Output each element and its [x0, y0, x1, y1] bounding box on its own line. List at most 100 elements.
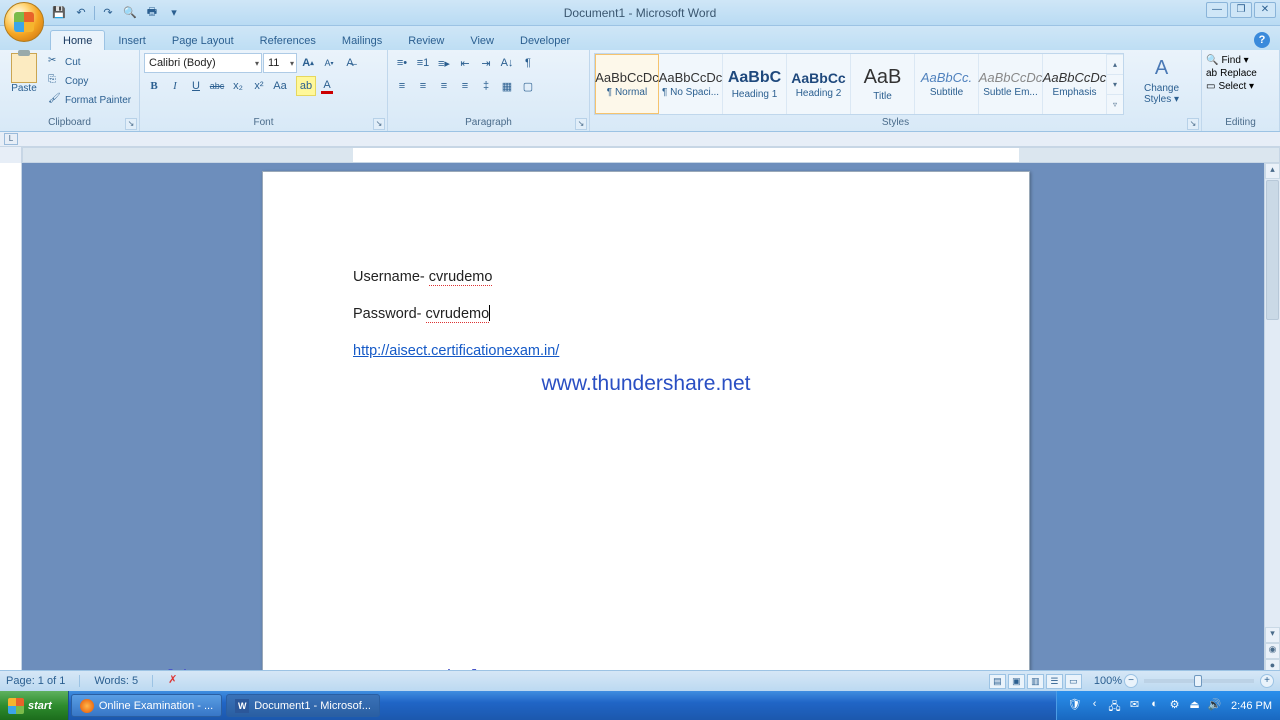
status-words[interactable]: Words: 5 — [94, 675, 138, 687]
tab-view[interactable]: View — [457, 30, 507, 50]
view-draft-button[interactable]: ▭ — [1065, 674, 1082, 689]
font-color-button[interactable]: A — [317, 76, 337, 96]
numbering-button[interactable]: ≡1 — [413, 53, 433, 73]
vertical-scrollbar[interactable]: ▴ ▾ ◉ ● ◉ — [1264, 163, 1280, 691]
start-button[interactable]: start — [0, 691, 69, 720]
print-preview-icon[interactable]: 🔍 — [121, 4, 139, 22]
shading-button[interactable]: ▦ — [497, 76, 517, 96]
prev-page-button[interactable]: ◉ — [1265, 643, 1280, 659]
justify-button[interactable]: ≡ — [455, 76, 475, 96]
scroll-thumb[interactable] — [1266, 180, 1279, 320]
style-title[interactable]: AaBTitle — [851, 54, 915, 114]
style-heading-2[interactable]: AaBbCcHeading 2 — [787, 54, 851, 114]
help-icon[interactable]: ? — [1254, 32, 1270, 48]
tab-references[interactable]: References — [247, 30, 329, 50]
font-family-combo[interactable]: Calibri (Body) — [144, 53, 262, 73]
page-1[interactable]: Username- cvrudemo Password- cvrudemo ht… — [262, 171, 1030, 691]
clear-formatting-button[interactable]: A̶ — [340, 53, 360, 73]
tab-developer[interactable]: Developer — [507, 30, 583, 50]
strikethrough-button[interactable]: abc — [207, 76, 227, 96]
styles-row-up[interactable]: ▴ — [1107, 54, 1123, 74]
replace-button[interactable]: abReplace — [1206, 68, 1257, 79]
font-dialog-launcher[interactable]: ↘ — [373, 118, 385, 130]
increase-indent-button[interactable]: ⇥ — [476, 53, 496, 73]
vertical-ruler[interactable] — [0, 163, 22, 691]
scroll-track[interactable] — [1265, 321, 1280, 627]
show-marks-button[interactable]: ¶ — [518, 53, 538, 73]
doc-line-username[interactable]: Username- cvrudemo — [353, 268, 939, 287]
scroll-down-button[interactable]: ▾ — [1265, 627, 1280, 643]
find-button[interactable]: 🔍Find ▾ — [1206, 55, 1249, 66]
tab-page-layout[interactable]: Page Layout — [159, 30, 247, 50]
doc-line-link[interactable]: http://aisect.certificationexam.in/ — [353, 342, 939, 361]
undo-icon[interactable]: ↶ — [72, 4, 90, 22]
sort-button[interactable]: A↓ — [497, 53, 517, 73]
change-case-button[interactable]: Aa — [270, 76, 290, 96]
style-heading-1[interactable]: AaBbCHeading 1 — [723, 54, 787, 114]
style-no-spacing[interactable]: AaBbCcDc¶ No Spaci... — [659, 54, 723, 114]
paste-button[interactable]: Paste — [4, 53, 44, 96]
view-outline-button[interactable]: ☰ — [1046, 674, 1063, 689]
zoom-level[interactable]: 100% — [1094, 675, 1122, 687]
style-emphasis[interactable]: AaBbCcDcEmphasis — [1043, 54, 1107, 114]
paragraph-dialog-launcher[interactable]: ↘ — [575, 118, 587, 130]
proofing-errors-icon[interactable] — [167, 674, 181, 688]
tray-remove-hw-icon[interactable]: ⏏ — [1187, 698, 1202, 713]
copy-button[interactable]: ⎘Copy — [48, 72, 131, 90]
tab-review[interactable]: Review — [395, 30, 457, 50]
redo-icon[interactable]: ↷ — [99, 4, 117, 22]
horizontal-ruler[interactable] — [22, 147, 1280, 163]
view-full-screen-button[interactable]: ▣ — [1008, 674, 1025, 689]
grow-font-button[interactable]: A▴ — [298, 53, 318, 73]
quick-print-icon[interactable]: 🖶 — [143, 4, 161, 22]
tray-messenger-icon[interactable]: ✉ — [1127, 698, 1142, 713]
borders-button[interactable]: ▢ — [518, 76, 538, 96]
zoom-in-button[interactable]: + — [1260, 674, 1274, 688]
scroll-up-button[interactable]: ▴ — [1265, 163, 1280, 179]
multilevel-list-button[interactable]: ≡▸ — [434, 53, 454, 73]
view-web-layout-button[interactable]: ▥ — [1027, 674, 1044, 689]
tray-clock[interactable]: 2:46 PM — [1227, 700, 1272, 712]
tab-insert[interactable]: Insert — [105, 30, 159, 50]
tab-mailings[interactable]: Mailings — [329, 30, 395, 50]
taskbar-item-firefox[interactable]: Online Examination - ... — [71, 694, 222, 717]
align-center-button[interactable]: ≡ — [413, 76, 433, 96]
maximize-button[interactable]: ❐ — [1230, 2, 1252, 18]
cut-button[interactable]: ✂Cut — [48, 53, 131, 71]
align-left-button[interactable]: ≡ — [392, 76, 412, 96]
tray-security-icon[interactable]: 🛡 — [1067, 698, 1082, 713]
office-button[interactable] — [4, 2, 44, 42]
tray-network-icon[interactable]: 🖧 — [1107, 698, 1122, 713]
close-button[interactable]: ✕ — [1254, 2, 1276, 18]
decrease-indent-button[interactable]: ⇤ — [455, 53, 475, 73]
qat-customize-icon[interactable]: ▾ — [165, 4, 183, 22]
styles-dialog-launcher[interactable]: ↘ — [1187, 118, 1199, 130]
tray-volume-icon[interactable]: 🔊 — [1207, 698, 1222, 713]
doc-line-password[interactable]: Password- cvrudemo — [353, 305, 939, 324]
change-styles-button[interactable]: A Change Styles ▾ — [1126, 53, 1197, 116]
bold-button[interactable]: B — [144, 76, 164, 96]
line-spacing-button[interactable]: ‡ — [476, 76, 496, 96]
status-page[interactable]: Page: 1 of 1 — [6, 675, 65, 687]
zoom-out-button[interactable]: − — [1124, 674, 1138, 688]
tab-home[interactable]: Home — [50, 30, 105, 50]
font-size-combo[interactable]: 11 — [263, 53, 297, 73]
tray-show-hidden-icon[interactable]: ‹ — [1087, 698, 1102, 713]
align-right-button[interactable]: ≡ — [434, 76, 454, 96]
tray-updates-icon[interactable]: ⚙ — [1167, 698, 1182, 713]
style-subtle-emphasis[interactable]: AaBbCcDcSubtle Em... — [979, 54, 1043, 114]
underline-button[interactable]: U — [186, 76, 206, 96]
bullets-button[interactable]: ≡• — [392, 53, 412, 73]
subscript-button[interactable]: x₂ — [228, 76, 248, 96]
styles-gallery[interactable]: AaBbCcDc¶ Normal AaBbCcDc¶ No Spaci... A… — [594, 53, 1124, 115]
superscript-button[interactable]: x² — [249, 76, 269, 96]
minimize-button[interactable]: — — [1206, 2, 1228, 18]
shrink-font-button[interactable]: A▾ — [319, 53, 339, 73]
styles-expand[interactable]: ▿ — [1107, 94, 1123, 114]
save-icon[interactable]: 💾 — [50, 4, 68, 22]
highlight-button[interactable]: ab — [296, 76, 316, 96]
style-normal[interactable]: AaBbCcDc¶ Normal — [595, 54, 659, 114]
zoom-slider-thumb[interactable] — [1194, 675, 1202, 687]
clipboard-dialog-launcher[interactable]: ↘ — [125, 118, 137, 130]
hyperlink[interactable]: http://aisect.certificationexam.in/ — [353, 343, 559, 359]
